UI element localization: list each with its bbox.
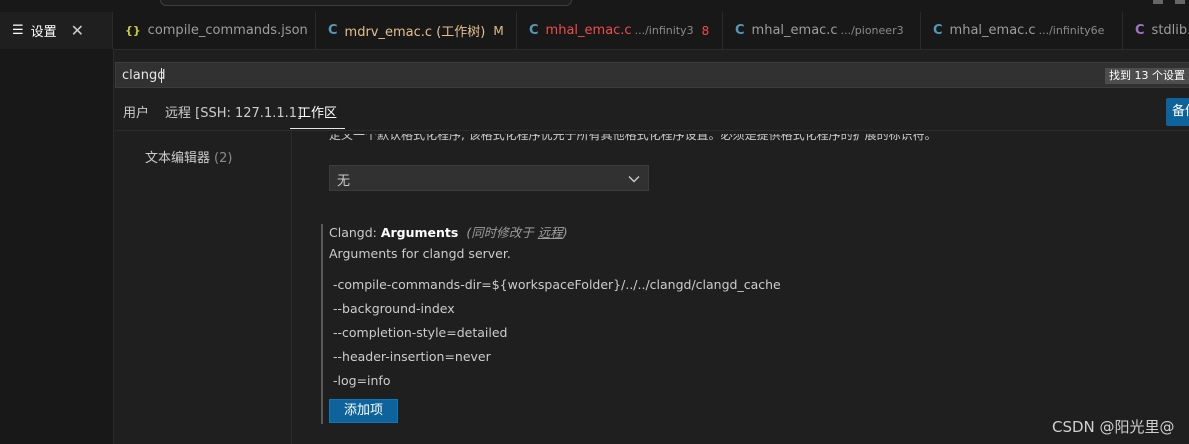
tab-label: mhal_emac.c — [545, 23, 632, 38]
tab-description: .../infinity3 — [634, 24, 694, 37]
tab-compile-commands[interactable]: {} compile_commands.json — [113, 12, 316, 49]
tab-label: mhal_emac.c — [751, 23, 838, 38]
list-item[interactable]: -compile-commands-dir=${workspaceFolder}… — [329, 274, 781, 296]
c-file-icon: C — [933, 23, 943, 38]
select-value: 无 — [337, 174, 351, 189]
toc-item-text-editor[interactable]: 文本编辑器 (2) — [145, 147, 232, 166]
settings-left-gutter — [0, 49, 114, 444]
modified-badge: M — [493, 23, 504, 38]
tab-label: 设置 — [30, 25, 57, 40]
editor-tab-bar: ☰ 设置 ✕ {} compile_commands.json C mdrv_e… — [0, 12, 1189, 50]
add-item-button[interactable]: 添加项 — [329, 399, 398, 423]
tab-settings[interactable]: ☰ 设置 ✕ — [0, 12, 113, 49]
tab-mhal-emac-infinity3[interactable]: C mhal_emac.c .../infinity3 8 — [517, 12, 723, 49]
tab-label: mhal_emac.c — [949, 23, 1036, 38]
command-center[interactable] — [160, 0, 572, 6]
result-count-badge: 找到 13 个设置 — [1105, 68, 1189, 84]
c-file-icon: C — [529, 23, 539, 38]
toc-count: (2) — [214, 151, 233, 166]
text-caret — [161, 68, 162, 83]
setting-title: Clangd: Arguments (同时修改于 远程) — [329, 222, 568, 241]
tab-mhal-emac-infinity6e[interactable]: C mhal_emac.c .../infinity6e — [921, 12, 1123, 49]
tab-mdrv-emac[interactable]: C mdrv_emac.c (工作树) M — [316, 12, 517, 49]
c-file-icon: C — [328, 23, 338, 38]
watermark: CSDN @阳光里@ — [1052, 418, 1175, 436]
layout-toggle-icon[interactable] — [1175, 0, 1185, 4]
json-file-icon: {} — [125, 24, 141, 37]
tab-description: .../infinity6e — [1038, 24, 1105, 37]
tab-mhal-emac-pioneer3[interactable]: C mhal_emac.c .../pioneer3 — [723, 12, 921, 49]
tab-label: compile_commands.json — [147, 23, 308, 38]
chevron-down-icon — [628, 176, 640, 183]
problem-count-badge: 8 — [701, 23, 710, 38]
h-file-icon: C — [1135, 23, 1145, 38]
settings-scope-tabs: 用户 远程 [SSH: 127.1.1.1] 工作区 — [115, 98, 1189, 131]
list-item[interactable]: --header-insertion=never — [329, 346, 759, 368]
remote-link[interactable]: 远程 — [538, 225, 563, 240]
tab-label: stdlib.h — [1151, 23, 1189, 38]
toc-label: 文本编辑器 — [145, 151, 211, 166]
toc-divider — [291, 131, 292, 444]
default-formatter-description: 定义一个默认格式化程序, 该格式化程序优先于所有其他格式化程序设置。必须是提供格… — [329, 134, 1189, 148]
tab-label: mdrv_emac.c (工作树) — [344, 25, 486, 40]
modified-elsewhere-note: (同时修改于 远程) — [466, 225, 568, 240]
description-text: 定义一个默认格式化程序, 该格式化程序优先于所有其他格式化程序设置。必须是提供格… — [329, 134, 937, 142]
close-icon[interactable]: ✕ — [71, 21, 84, 40]
list-item[interactable]: -log=info — [329, 370, 759, 392]
tab-description: .../pioneer3 — [840, 24, 904, 37]
settings-editor-icon: ☰ — [12, 23, 24, 38]
modified-indicator — [321, 224, 323, 424]
tab-user[interactable]: 用户 — [115, 98, 157, 129]
layout-icon[interactable] — [1153, 0, 1163, 4]
tab-workspace[interactable]: 工作区 — [290, 98, 346, 129]
c-file-icon: C — [735, 23, 745, 38]
settings-search-box[interactable]: 找到 13 个设置 — [115, 62, 1189, 88]
setting-description: Arguments for clangd server. — [329, 246, 511, 261]
backup-sync-button[interactable]: 备份和同步设置 — [1166, 98, 1189, 126]
setting-name: Arguments — [380, 225, 459, 240]
setting-category: Clangd: — [329, 225, 381, 240]
list-item[interactable]: --completion-style=detailed — [329, 322, 759, 344]
search-input[interactable] — [116, 63, 1148, 87]
default-formatter-select[interactable]: 无 — [329, 165, 649, 191]
title-bar — [0, 0, 1189, 12]
list-item[interactable]: --background-index — [329, 298, 759, 320]
tab-remote[interactable]: 远程 [SSH: 127.1.1.1] — [157, 98, 310, 129]
tab-stdlib[interactable]: C stdlib.h — [1123, 12, 1189, 49]
